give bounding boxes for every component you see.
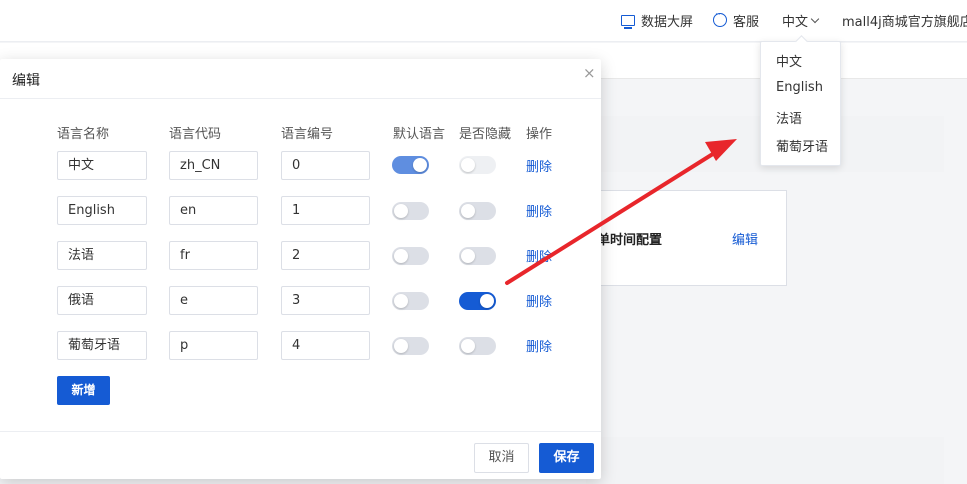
modal-title: 编辑 (12, 73, 40, 89)
default-language-toggle[interactable] (392, 337, 429, 355)
delete-link[interactable]: 删除 (526, 201, 552, 220)
column-header-language-code: 语言代码 (169, 127, 222, 142)
customer-service-link[interactable]: 客服 (713, 10, 760, 30)
language-dropdown: 中文 English 法语 葡萄牙语 (760, 41, 841, 166)
toggle-knob (461, 339, 475, 353)
language-number-input[interactable]: 3 (281, 286, 370, 315)
data-screen-link[interactable]: 数据大屏 (621, 11, 694, 30)
toggle-knob (480, 294, 494, 308)
column-header-language-name: 语言名称 (57, 127, 110, 142)
language-name-input[interactable]: 中文 (57, 151, 147, 180)
modal-header-divider (0, 98, 601, 99)
monitor-icon (621, 14, 635, 29)
delete-link[interactable]: 删除 (526, 156, 552, 175)
language-number-input[interactable]: 1 (281, 196, 370, 225)
language-option-french[interactable]: 法语 (776, 108, 802, 127)
cancel-button[interactable]: 取消 (474, 443, 529, 473)
language-name-input[interactable]: 葡萄牙语 (57, 331, 147, 360)
chevron-down-icon (810, 14, 820, 23)
shop-name[interactable]: mall4j商城官方旗舰店 (842, 11, 967, 30)
toggle-knob (461, 204, 475, 218)
delete-link[interactable]: 删除 (526, 336, 552, 355)
language-code-input[interactable]: en (169, 196, 258, 225)
hidden-toggle[interactable] (459, 337, 496, 355)
toggle-knob (394, 339, 408, 353)
language-selector[interactable]: 中文 (782, 11, 820, 30)
default-language-toggle[interactable] (392, 202, 429, 220)
language-name-input[interactable]: 俄语 (57, 286, 147, 315)
close-icon[interactable]: × (583, 65, 596, 81)
column-header-hidden: 是否隐藏 (459, 127, 512, 142)
hidden-toggle[interactable] (459, 202, 496, 220)
toggle-knob (413, 158, 427, 172)
save-button[interactable]: 保存 (539, 443, 594, 473)
language-option-portuguese[interactable]: 葡萄牙语 (776, 136, 828, 155)
default-language-toggle[interactable] (392, 247, 429, 265)
language-option-english[interactable]: English (776, 80, 823, 95)
background-card: 单时间配置 编辑 (586, 190, 787, 286)
language-code-input[interactable]: e (169, 286, 258, 315)
add-language-button[interactable]: 新增 (57, 376, 110, 405)
hidden-toggle[interactable] (459, 156, 496, 174)
delete-link[interactable]: 删除 (526, 246, 552, 265)
language-code-input[interactable]: p (169, 331, 258, 360)
toggle-knob (461, 158, 475, 172)
language-code-input[interactable]: zh_CN (169, 151, 258, 180)
language-name-input[interactable]: English (57, 196, 147, 225)
language-number-input[interactable]: 0 (281, 151, 370, 180)
background-bottom-panel (586, 437, 944, 484)
shop-name-label: mall4j商城官方旗舰店 (842, 14, 967, 30)
language-number-input[interactable]: 4 (281, 331, 370, 360)
language-number-input[interactable]: 2 (281, 241, 370, 270)
background-card-title: 单时间配置 (597, 233, 663, 248)
language-name-input[interactable]: 法语 (57, 241, 147, 270)
toggle-knob (394, 204, 408, 218)
column-header-actions: 操作 (526, 127, 553, 142)
language-selector-label: 中文 (782, 14, 809, 30)
delete-link[interactable]: 删除 (526, 291, 552, 310)
toggle-knob (394, 249, 408, 263)
toggle-knob (461, 249, 475, 263)
customer-service-label: 客服 (733, 14, 760, 30)
hidden-toggle[interactable] (459, 292, 496, 310)
background-card-edit-link[interactable]: 编辑 (732, 229, 758, 248)
top-header: 数据大屏 客服 中文 mall4j商城官方旗舰店 (0, 0, 967, 42)
default-language-toggle[interactable] (392, 156, 429, 174)
data-screen-label: 数据大屏 (641, 14, 694, 30)
toggle-knob (394, 294, 408, 308)
modal-footer-divider (0, 431, 601, 432)
edit-language-modal: 编辑 × 语言名称 语言代码 语言编号 默认语言 是否隐藏 操作 中文 zh_C… (0, 59, 601, 479)
chat-icon (713, 10, 727, 27)
hidden-toggle[interactable] (459, 247, 496, 265)
column-header-default-language: 默认语言 (393, 127, 446, 142)
column-header-language-number: 语言编号 (281, 127, 334, 142)
language-code-input[interactable]: fr (169, 241, 258, 270)
default-language-toggle[interactable] (392, 292, 429, 310)
language-option-chinese[interactable]: 中文 (776, 51, 802, 70)
